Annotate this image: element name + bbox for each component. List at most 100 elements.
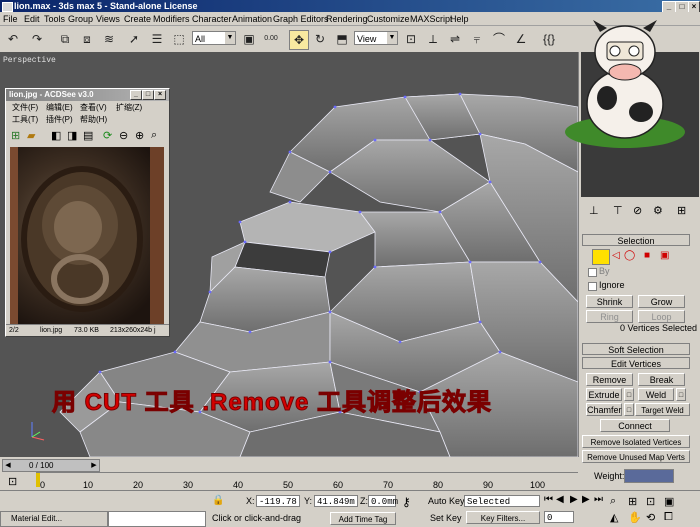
browse-icon[interactable]: ⊞ — [11, 129, 20, 142]
menu-animation[interactable]: Animation — [232, 13, 272, 25]
weld-settings-button[interactable]: □ — [676, 388, 686, 401]
extrude-settings-button[interactable]: □ — [624, 388, 634, 401]
acdsee-menu-view[interactable]: 查看(V) — [80, 103, 107, 113]
utilities-tab-icon[interactable]: ⊘ — [633, 204, 642, 217]
previous-image-icon[interactable]: ◧ — [51, 129, 61, 142]
zoom-in-icon[interactable]: ⊕ — [135, 129, 144, 142]
menu-edit[interactable]: Edit — [24, 13, 40, 25]
align-icon[interactable]: ⫧ — [468, 30, 486, 48]
edit-vertices-rollout-header[interactable]: Edit Vertices — [582, 357, 690, 369]
reference-coordinate-dropdown[interactable]: View ▼ — [354, 31, 398, 45]
undo-icon[interactable]: ↶ — [4, 30, 22, 48]
slider-right-arrow-icon[interactable]: ▶ — [89, 460, 99, 471]
slider-left-arrow-icon[interactable]: ◀ — [3, 460, 13, 471]
z-coordinate-field[interactable]: 0.0mm — [368, 495, 398, 507]
next-frame-icon[interactable]: ▶ — [582, 494, 590, 505]
window-crossing-icon[interactable]: ▣ — [240, 30, 258, 48]
extrude-button[interactable]: Extrude — [586, 388, 622, 401]
zoom-all-icon[interactable]: ⊞ — [628, 495, 637, 508]
play-icon[interactable]: ▶ — [570, 494, 578, 505]
set-key-label[interactable]: Set Key — [430, 513, 462, 523]
remove-isolated-vertices-button[interactable]: Remove Isolated Vertices — [582, 435, 690, 448]
acdsee-menu-file[interactable]: 文件(F) — [12, 103, 38, 113]
polygon-subobject-icon[interactable]: ■ — [644, 250, 650, 261]
by-vertex-checkbox[interactable] — [588, 268, 597, 277]
weld-button[interactable]: Weld — [638, 388, 674, 401]
track-bar[interactable]: 0 10 20 30 40 50 60 70 80 90 100 — [36, 472, 578, 491]
weight-spinner[interactable] — [624, 469, 674, 483]
angle-snap-icon[interactable]: ∠ — [512, 30, 530, 48]
lock-icon[interactable]: 🔒 — [212, 495, 224, 506]
acdsee-window[interactable]: lion.jpg - ACDSee v3.0 _ □ × 文件(F) 编辑(E)… — [5, 88, 170, 337]
redo-icon[interactable]: ↷ — [28, 30, 46, 48]
zoom-extents-all-icon[interactable]: ▣ — [664, 495, 674, 508]
menu-character[interactable]: Character — [192, 13, 232, 25]
zoom-icon[interactable]: ⌕ — [610, 495, 616, 508]
add-time-tag-button[interactable]: Add Time Tag — [330, 512, 396, 525]
unlink-icon[interactable]: ⧈ — [78, 30, 96, 48]
menu-create[interactable]: Create — [124, 13, 151, 25]
menu-modifiers[interactable]: Modifiers — [153, 13, 190, 25]
bind-to-space-warp-icon[interactable]: ≋ — [100, 30, 118, 48]
chamfer-settings-button[interactable]: □ — [624, 403, 634, 416]
zoom-out-icon[interactable]: ⊖ — [119, 129, 128, 142]
menu-graph-editors[interactable]: Graph Editors — [273, 13, 329, 25]
axis-constraint-icon[interactable]: ⟂ — [424, 30, 442, 48]
select-and-move-icon[interactable]: ✥ — [289, 30, 309, 50]
ring-button[interactable]: Ring — [586, 310, 633, 323]
vertex-subobject-icon[interactable] — [592, 249, 610, 265]
selection-rollout-header[interactable]: Selection — [582, 234, 690, 246]
time-slider[interactable]: ◀ 0 / 100 ▶ — [2, 459, 100, 472]
remove-button[interactable]: Remove — [586, 373, 633, 386]
select-and-scale-icon[interactable]: ⬒ — [333, 30, 351, 48]
track-bar-icon[interactable]: ⊡ — [8, 475, 17, 488]
go-to-end-icon[interactable]: ⏭ — [594, 494, 603, 505]
connect-button[interactable]: Connect — [600, 419, 670, 432]
acdsee-menu-edit[interactable]: 编辑(E) — [46, 103, 73, 113]
target-weld-button[interactable]: Target Weld — [635, 403, 690, 416]
element-subobject-icon[interactable]: ▣ — [660, 250, 669, 261]
acdsee-minimize-button[interactable]: _ — [130, 90, 142, 100]
acdsee-menu-help[interactable]: 帮助(H) — [80, 115, 107, 125]
rotate-icon[interactable]: ⟳ — [103, 129, 112, 142]
remove-unused-map-verts-button[interactable]: Remove Unused Map Verts — [582, 450, 690, 463]
menu-group[interactable]: Group — [68, 13, 93, 25]
menu-tools[interactable]: Tools — [44, 13, 65, 25]
arc-rotate-icon[interactable]: ⟲ — [646, 511, 655, 524]
ignore-backfacing-checkbox[interactable] — [588, 282, 597, 291]
zoom-extents-icon[interactable]: ⊡ — [646, 495, 655, 508]
loop-button[interactable]: Loop — [638, 310, 685, 323]
break-button[interactable]: Break — [638, 373, 685, 386]
mirror-icon[interactable]: ⇌ — [446, 30, 464, 48]
acdsee-menu-tools[interactable]: 工具(T) — [12, 115, 38, 125]
pan-icon[interactable]: ✋ — [628, 511, 642, 524]
previous-frame-icon[interactable]: ◀ — [556, 494, 564, 505]
menu-customize[interactable]: Customize — [367, 13, 410, 25]
slideshow-icon[interactable]: ▤ — [83, 129, 93, 142]
x-coordinate-field[interactable]: -119.78 — [256, 495, 300, 507]
rectangular-selection-icon[interactable]: ⬚ — [170, 30, 188, 48]
spinner-snap-field[interactable]: 0.00 — [262, 30, 280, 48]
select-and-rotate-icon[interactable]: ↻ — [311, 30, 329, 48]
menu-file[interactable]: File — [3, 13, 18, 25]
key-icon[interactable]: ⚷ — [402, 495, 411, 509]
fit-icon[interactable]: ⌕ — [151, 129, 157, 142]
select-and-link-icon[interactable]: ⧉ — [56, 30, 74, 48]
acdsee-close-button[interactable]: × — [154, 90, 166, 100]
grow-button[interactable]: Grow — [638, 295, 685, 308]
menu-rendering[interactable]: Rendering — [326, 13, 368, 25]
field-of-view-icon[interactable]: ◭ — [610, 511, 618, 524]
menu-maxscript[interactable]: MAXScript — [410, 13, 453, 25]
shrink-button[interactable]: Shrink — [586, 295, 633, 308]
selection-filter-dropdown[interactable]: All ▼ — [192, 31, 236, 45]
acdsee-menu-plugins[interactable]: 插件(P) — [46, 115, 73, 125]
auto-key-label[interactable]: Auto Key — [428, 496, 465, 506]
next-image-icon[interactable]: ◨ — [67, 129, 77, 142]
key-filters-button[interactable]: Key Filters... — [466, 511, 540, 524]
acdsee-maximize-button[interactable]: □ — [142, 90, 154, 100]
display-tab-icon[interactable]: ⚙ — [653, 204, 663, 217]
menu-views[interactable]: Views — [96, 13, 120, 25]
maximize-viewport-icon[interactable]: ⧠ — [664, 511, 673, 524]
viewport-label[interactable]: Perspective — [3, 56, 56, 65]
hierarchy-tab-icon[interactable]: ⊤ — [613, 204, 623, 217]
